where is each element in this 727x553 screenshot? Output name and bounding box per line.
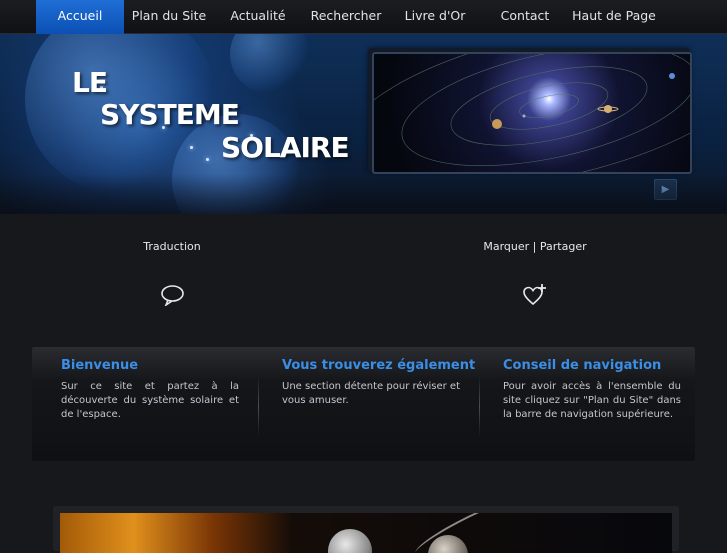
navigation-tip-text: Pour avoir accès à l'ensemble du site cl… — [503, 381, 681, 420]
welcome-heading: Bienvenue — [61, 358, 139, 373]
nav-actualite[interactable]: Actualité — [222, 0, 294, 33]
slideshow-play-button[interactable]: ▶ — [654, 179, 677, 200]
solar-system-slideshow-image[interactable] — [372, 52, 692, 174]
nav-plan-du-site[interactable]: Plan du Site — [128, 0, 210, 33]
nav-haut-de-page[interactable]: Haut de Page — [570, 0, 658, 33]
planets-image — [60, 513, 672, 553]
navigation-tip-heading: Conseil de navigation — [503, 358, 662, 373]
orbit-illustration — [374, 54, 690, 172]
translate-label[interactable]: Traduction — [122, 240, 222, 253]
site-title-line-3: SOLAIRE — [221, 131, 350, 164]
also-heading: Vous trouverez également — [282, 358, 476, 373]
site-title-line-1: LE — [72, 66, 108, 99]
share-label[interactable]: Marquer | Partager — [474, 240, 596, 253]
column-divider — [479, 375, 480, 437]
nav-contact[interactable]: Contact — [494, 0, 556, 33]
also-text: Une section détente pour réviser et vous… — [282, 381, 460, 406]
header-banner: LE SYSTEME SOLAIRE ▶ — [0, 34, 727, 214]
planet-shape — [328, 529, 372, 553]
decor-bubble — [230, 34, 310, 94]
play-icon: ▶ — [661, 184, 670, 195]
site-title-line-2: SYSTEME — [100, 98, 240, 131]
welcome-text: Sur ce site et partez à la découverte du… — [61, 381, 239, 420]
info-panel: Bienvenue Sur ce site et partez à la déc… — [32, 347, 695, 461]
decor-star — [190, 146, 193, 149]
speech-bubble-icon[interactable] — [160, 284, 185, 310]
nav-livre-dor[interactable]: Livre d'Or — [400, 0, 470, 33]
heart-plus-icon[interactable] — [522, 283, 548, 311]
nav-accueil[interactable]: Accueil — [36, 0, 124, 35]
decor-star — [206, 158, 209, 161]
nav-rechercher[interactable]: Rechercher — [307, 0, 385, 33]
column-divider — [258, 375, 259, 437]
top-navigation: Accueil Plan du Site Actualité Recherche… — [0, 0, 727, 35]
